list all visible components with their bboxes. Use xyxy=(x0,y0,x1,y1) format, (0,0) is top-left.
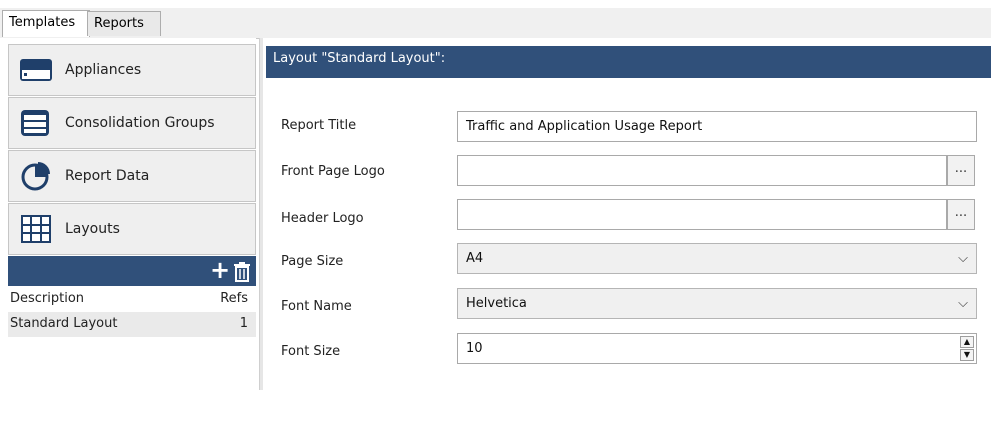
front-page-logo-browse-button[interactable]: ... xyxy=(947,155,975,186)
consolidation-groups-icon xyxy=(19,106,53,140)
sidebar-item-consolidation-groups[interactable]: Consolidation Groups xyxy=(8,97,256,149)
tab-reports[interactable]: Reports xyxy=(87,11,161,36)
header-logo-browse-button[interactable]: ... xyxy=(947,199,975,230)
grid-empty-area xyxy=(8,337,256,428)
page-size-select[interactable]: A4 ⌵ xyxy=(457,243,977,274)
font-name-select[interactable]: Helvetica ⌵ xyxy=(457,288,977,319)
font-size-value: 10 xyxy=(466,341,483,356)
row-refs: 1 xyxy=(239,316,248,331)
page-size-value: A4 xyxy=(466,251,484,266)
chevron-down-icon: ⌵ xyxy=(958,251,968,266)
sidebar-item-label: Consolidation Groups xyxy=(65,115,215,131)
tab-templates[interactable]: Templates xyxy=(2,10,90,37)
spin-up-icon[interactable]: ▲ xyxy=(960,336,974,348)
header-logo-input[interactable] xyxy=(457,199,947,230)
spin-down-icon[interactable]: ▼ xyxy=(960,349,974,361)
report-title-label: Report Title xyxy=(281,118,357,133)
sidebar-item-appliances[interactable]: Appliances xyxy=(8,44,256,96)
sidebar-item-report-data[interactable]: Report Data xyxy=(8,150,256,202)
grid-icon xyxy=(19,212,53,246)
column-header-description[interactable]: Description xyxy=(10,291,84,306)
sidebar-item-label: Report Data xyxy=(65,168,150,184)
window-top-strip xyxy=(0,0,991,8)
add-layout-button[interactable]: + xyxy=(210,258,230,282)
column-header-refs[interactable]: Refs xyxy=(220,291,248,306)
panel-header: Layout "Standard Layout": xyxy=(266,46,991,78)
tab-bar: Templates Reports xyxy=(0,8,991,39)
front-page-logo-label: Front Page Logo xyxy=(281,164,385,179)
appliance-icon xyxy=(19,53,53,87)
font-size-label: Font Size xyxy=(281,344,341,359)
header-logo-label: Header Logo xyxy=(281,211,364,226)
report-title-input[interactable]: Traffic and Application Usage Report xyxy=(457,111,977,142)
sidebar-item-label: Layouts xyxy=(65,221,120,237)
chevron-down-icon: ⌵ xyxy=(958,296,968,311)
layouts-toolbar: + xyxy=(8,256,256,286)
front-page-logo-input[interactable] xyxy=(457,155,947,186)
sidebar-item-layouts[interactable]: Layouts xyxy=(8,203,256,255)
pie-chart-icon xyxy=(19,159,53,193)
layout-detail-panel: Layout "Standard Layout": Report Title T… xyxy=(263,38,991,390)
row-description: Standard Layout xyxy=(10,316,118,331)
table-row[interactable]: Standard Layout 1 xyxy=(8,312,256,337)
trash-icon[interactable] xyxy=(233,261,251,283)
page-size-label: Page Size xyxy=(281,254,344,269)
font-name-value: Helvetica xyxy=(466,296,527,311)
font-name-label: Font Name xyxy=(281,299,352,314)
layouts-grid-header: Description Refs xyxy=(8,286,256,312)
font-size-stepper[interactable]: 10 ▲ ▼ xyxy=(457,333,977,364)
sidebar-item-label: Appliances xyxy=(65,62,142,78)
sidebar: Appliances Consolidation Groups Report D… xyxy=(0,38,256,428)
